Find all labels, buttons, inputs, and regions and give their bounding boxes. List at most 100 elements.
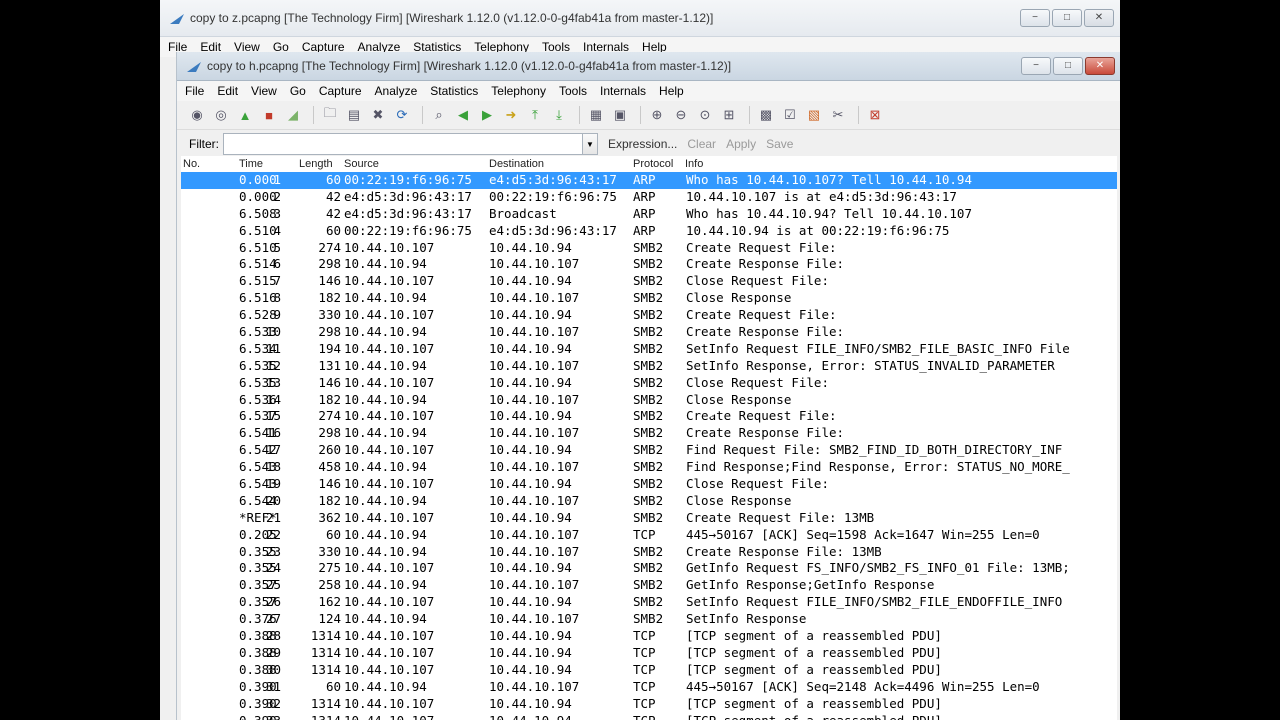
front-menu-go[interactable]: Go — [290, 84, 306, 98]
table-row[interactable]: 27 0.376 124 10.44.10.94 10.44.10.107 SMB2 Set… — [181, 611, 1117, 628]
table-row[interactable]: 24 0.355 275 10.44.10.107 10.44.10.94 SMB2 Get… — [181, 560, 1117, 577]
table-row[interactable]: 11 6.534 194 10.44.10.107 10.44.10.94 SMB2 Set… — [181, 341, 1117, 358]
stop-capture-icon[interactable]: ■ — [259, 105, 279, 125]
table-row[interactable]: 13 6.535 146 10.44.10.107 10.44.10.94 SMB2 Clo… — [181, 375, 1117, 392]
table-row[interactable]: 33 0.390 1314 10.44.10.107 10.44.10.94 TCP [TC… — [181, 713, 1117, 720]
packet-protocol: SMB2 — [633, 543, 664, 559]
packet-time: 0.376 — [239, 611, 277, 627]
column-source[interactable]: Source — [344, 158, 379, 170]
column-info[interactable]: Info — [685, 158, 703, 170]
front-menu-internals[interactable]: Internals — [600, 84, 646, 98]
column-destination[interactable]: Destination — [489, 158, 544, 170]
table-row[interactable]: 23 0.355 330 10.44.10.94 10.44.10.107 SMB2 Cre… — [181, 544, 1117, 561]
open-file-icon[interactable]: 🗀 — [320, 105, 340, 125]
table-row[interactable]: 29 0.388 1314 10.44.10.107 10.44.10.94 TCP [TC… — [181, 645, 1117, 662]
table-row[interactable]: 31 0.390 60 10.44.10.94 10.44.10.107 TCP 445→5… — [181, 679, 1117, 696]
packet-source: 10.44.10.107 — [344, 560, 435, 576]
back-maximize-button[interactable]: □ — [1052, 9, 1082, 27]
first-packet-icon[interactable]: ⤒ — [525, 105, 545, 125]
maximize-button[interactable]: □ — [1053, 57, 1083, 75]
start-capture-icon[interactable]: ▲ — [235, 105, 255, 125]
go-forward-icon[interactable]: ▶ — [477, 105, 497, 125]
table-row[interactable]: 32 0.390 1314 10.44.10.107 10.44.10.94 TCP [TC… — [181, 696, 1117, 713]
front-menu-analyze[interactable]: Analyze — [375, 84, 418, 98]
auto-scroll-icon[interactable]: ▣ — [610, 105, 630, 125]
restart-capture-icon[interactable]: ◢ — [283, 105, 303, 125]
filter-dropdown-icon[interactable]: ▼ — [583, 133, 598, 155]
zoom-out-icon[interactable]: ⊖ — [671, 105, 691, 125]
save-file-icon[interactable]: ▤ — [344, 105, 364, 125]
front-menu-help[interactable]: Help — [659, 84, 684, 98]
table-row[interactable]: 28 0.388 1314 10.44.10.107 10.44.10.94 TCP [TC… — [181, 628, 1117, 645]
save-button[interactable]: Save — [766, 137, 793, 151]
front-titlebar[interactable]: copy to h.pcapng [The Technology Firm] [… — [177, 52, 1120, 81]
minimize-button[interactable]: − — [1021, 57, 1051, 75]
table-row[interactable]: 20 6.544 182 10.44.10.94 10.44.10.107 SMB2 Clo… — [181, 493, 1117, 510]
front-menu-edit[interactable]: Edit — [217, 84, 238, 98]
table-row[interactable]: 15 6.537 274 10.44.10.107 10.44.10.94 SMB2 Cre… — [181, 408, 1117, 425]
packet-list[interactable]: No. Time Length Source Destination Proto… — [181, 156, 1117, 720]
table-row[interactable]: 9 6.528 330 10.44.10.107 10.44.10.94 SMB2 Crea… — [181, 307, 1117, 324]
column-protocol[interactable]: Protocol — [633, 158, 673, 170]
clear-button[interactable]: Clear — [687, 137, 716, 151]
front-menu-capture[interactable]: Capture — [319, 84, 362, 98]
interfaces-icon[interactable]: ◉ — [187, 105, 207, 125]
back-close-button[interactable]: ✕ — [1084, 9, 1114, 27]
back-minimize-button[interactable]: − — [1020, 9, 1050, 27]
table-row[interactable]: 1 0.000 60 00:22:19:f6:96:75 e4:d5:3d:96:43:… — [181, 172, 1117, 189]
table-row[interactable]: 6 6.514 298 10.44.10.94 10.44.10.107 SMB2 Crea… — [181, 256, 1117, 273]
front-wireshark-window[interactable]: copy to h.pcapng [The Technology Firm] [… — [176, 52, 1120, 720]
table-row[interactable]: 5 6.510 274 10.44.10.107 10.44.10.94 SMB2 Crea… — [181, 240, 1117, 257]
table-row[interactable]: 16 6.541 298 10.44.10.94 10.44.10.107 SMB2 Cre… — [181, 425, 1117, 442]
back-titlebar[interactable]: copy to z.pcapng [The Technology Firm] [… — [160, 0, 1120, 37]
column-no[interactable]: No. — [183, 158, 200, 170]
coloring-rules-icon[interactable]: ▧ — [804, 105, 824, 125]
packet-info: SetInfo Response, Error: STATUS_INVALID_… — [686, 357, 1055, 373]
colorize-icon[interactable]: ▦ — [586, 105, 606, 125]
column-length[interactable]: Length — [299, 158, 333, 170]
table-row[interactable]: 14 6.536 182 10.44.10.94 10.44.10.107 SMB2 Clo… — [181, 392, 1117, 409]
packet-protocol: ARP — [633, 172, 656, 187]
front-menu-telephony[interactable]: Telephony — [491, 84, 546, 98]
capture-filters-icon[interactable]: ▩ — [756, 105, 776, 125]
column-time[interactable]: Time — [239, 158, 263, 170]
go-to-packet-icon[interactable]: ➜ — [501, 105, 521, 125]
expression-button[interactable]: Expression... — [608, 137, 677, 151]
table-row[interactable]: 19 6.543 146 10.44.10.107 10.44.10.94 SMB2 Clo… — [181, 476, 1117, 493]
packet-source: 10.44.10.94 — [344, 290, 427, 306]
table-row[interactable]: 25 0.357 258 10.44.10.94 10.44.10.107 SMB2 Get… — [181, 577, 1117, 594]
table-row[interactable]: 30 0.388 1314 10.44.10.107 10.44.10.94 TCP [TC… — [181, 662, 1117, 679]
packet-destination: 10.44.10.107 — [489, 425, 580, 441]
table-row[interactable]: 12 6.535 131 10.44.10.94 10.44.10.107 SMB2 Set… — [181, 358, 1117, 375]
table-row[interactable]: 4 6.510 60 00:22:19:f6:96:75 e4:d5:3d:96:43:… — [181, 223, 1117, 240]
close-button[interactable]: ✕ — [1085, 57, 1115, 75]
table-row[interactable]: 10 6.533 298 10.44.10.94 10.44.10.107 SMB2 Cre… — [181, 324, 1117, 341]
preferences-icon[interactable]: ✂ — [828, 105, 848, 125]
front-menu-file[interactable]: File — [185, 84, 204, 98]
table-row[interactable]: 7 6.515 146 10.44.10.107 10.44.10.94 SMB2 Clos… — [181, 273, 1117, 290]
table-row[interactable]: 2 0.000 42 e4:d5:3d:96:43:17 00:22:19:f6:96:… — [181, 189, 1117, 206]
reload-icon[interactable]: ⟳ — [392, 105, 412, 125]
table-row[interactable]: 22 0.205 60 10.44.10.94 10.44.10.107 TCP 445→5… — [181, 527, 1117, 544]
table-row[interactable]: 21 *REF* 362 10.44.10.107 10.44.10.94 SMB2 Cre… — [181, 510, 1117, 527]
resize-columns-icon[interactable]: ⊞ — [719, 105, 739, 125]
table-row[interactable]: 26 0.357 162 10.44.10.107 10.44.10.94 SMB2 Set… — [181, 594, 1117, 611]
front-menu-statistics[interactable]: Statistics — [430, 84, 478, 98]
zoom-in-icon[interactable]: ⊕ — [647, 105, 667, 125]
front-menu-view[interactable]: View — [251, 84, 277, 98]
table-row[interactable]: 3 6.508 42 e4:d5:3d:96:43:17 Broadcast ARP Who… — [181, 206, 1117, 223]
display-filters-icon[interactable]: ☑ — [780, 105, 800, 125]
front-menu-tools[interactable]: Tools — [559, 84, 587, 98]
find-packet-icon[interactable]: ⌕ — [429, 105, 449, 125]
normal-size-icon[interactable]: ⊙ — [695, 105, 715, 125]
help-icon[interactable]: ⊠ — [865, 105, 885, 125]
table-row[interactable]: 8 6.516 182 10.44.10.94 10.44.10.107 SMB2 Clos… — [181, 290, 1117, 307]
apply-button[interactable]: Apply — [726, 137, 756, 151]
filter-input[interactable] — [223, 133, 583, 155]
options-icon[interactable]: ◎ — [211, 105, 231, 125]
table-row[interactable]: 18 6.543 458 10.44.10.94 10.44.10.107 SMB2 Fin… — [181, 459, 1117, 476]
go-back-icon[interactable]: ◀ — [453, 105, 473, 125]
table-row[interactable]: 17 6.542 260 10.44.10.107 10.44.10.94 SMB2 Fin… — [181, 442, 1117, 459]
last-packet-icon[interactable]: ⤓ — [549, 105, 569, 125]
close-file-icon[interactable]: ✖ — [368, 105, 388, 125]
